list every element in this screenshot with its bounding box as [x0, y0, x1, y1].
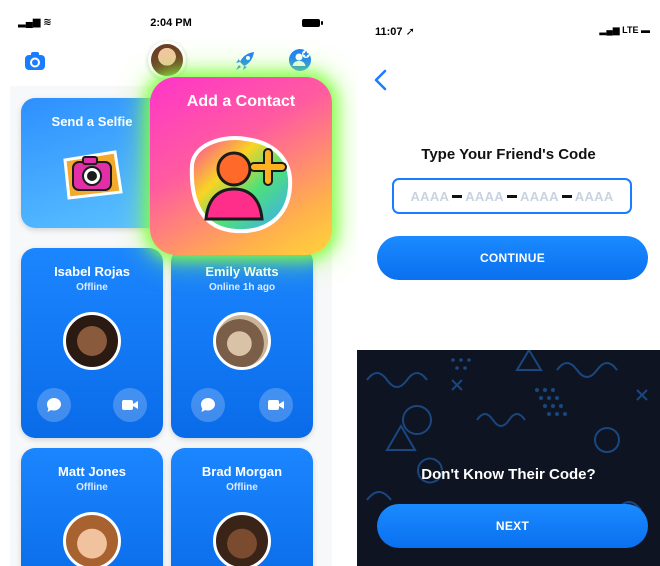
- message-button[interactable]: [37, 388, 71, 422]
- contact-photo: [63, 512, 121, 566]
- no-code-heading: Don't Know Their Code?: [421, 466, 596, 483]
- chat-bubble-icon: [201, 398, 215, 412]
- contact-status: Offline: [76, 482, 108, 493]
- code-segment-placeholder: AAAA: [520, 188, 559, 204]
- contact-card[interactable]: Matt Jones Offline: [21, 448, 163, 566]
- screenshot-stage: ▂▄▆ ≋ 2:04 PM Send a Selfie Isabel Rojas…: [0, 0, 660, 566]
- contact-name: Brad Morgan: [201, 464, 283, 479]
- contact-photo: [63, 312, 121, 370]
- contact-status: Offline: [76, 282, 108, 293]
- contact-card[interactable]: Isabel Rojas Offline: [21, 248, 163, 438]
- code-separator: [561, 194, 572, 198]
- selfie-camera-sticker-icon: [63, 150, 123, 200]
- friend-code-input[interactable]: AAAA AAAA AAAA AAAA: [392, 178, 632, 214]
- camera-button[interactable]: [22, 48, 48, 74]
- camera-icon: [25, 52, 45, 70]
- send-selfie-label: Send a Selfie: [51, 114, 133, 129]
- network-status: ▂▄▆ LTE ▬: [599, 25, 650, 35]
- status-bar: ▂▄▆ ≋ 2:04 PM: [10, 10, 332, 36]
- contact-name: Isabel Rojas: [54, 264, 130, 279]
- contact-photo: [213, 312, 271, 370]
- dark-pattern-panel: Don't Know Their Code? NEXT: [357, 350, 660, 566]
- next-button[interactable]: NEXT: [377, 504, 648, 548]
- chat-bubble-icon: [47, 398, 61, 412]
- contact-card[interactable]: Emily Watts Online 1h ago: [171, 248, 313, 438]
- status-time: 11:07 ➚: [375, 26, 415, 38]
- status-time: 2:04 PM: [150, 17, 192, 29]
- add-contact-label: Add a Contact: [186, 93, 296, 110]
- code-separator: [452, 194, 463, 198]
- add-friend-screen: 11:07 ➚ ▂▄▆ LTE ▬ Type Your Friend's Cod…: [357, 10, 660, 566]
- code-segment-placeholder: AAAA: [465, 188, 504, 204]
- send-selfie-tile[interactable]: Send a Selfie: [21, 98, 163, 228]
- code-separator: [507, 194, 517, 198]
- video-call-button[interactable]: [259, 388, 293, 422]
- profile-avatar[interactable]: [148, 41, 186, 79]
- add-contact-button[interactable]: [286, 46, 314, 74]
- contact-name: Matt Jones: [58, 464, 126, 479]
- code-segment-placeholder: AAAA: [410, 188, 450, 204]
- status-bar: 11:07 ➚ ▂▄▆ LTE ▬: [357, 10, 660, 50]
- contact-photo: [213, 512, 271, 566]
- friend-code-heading: Type Your Friend's Code: [421, 146, 596, 163]
- contact-status: Offline: [226, 482, 258, 493]
- contact-status: Online 1h ago: [208, 282, 276, 293]
- add-contact-tile[interactable]: Add a Contact: [150, 77, 332, 255]
- avatar-photo: [151, 44, 183, 76]
- add-person-sticker-icon: [189, 136, 293, 234]
- continue-button[interactable]: CONTINUE: [377, 236, 648, 280]
- back-chevron-icon[interactable]: [371, 68, 391, 92]
- message-button[interactable]: [191, 388, 225, 422]
- rocket-button[interactable]: [232, 48, 258, 74]
- battery-icon: [302, 19, 323, 27]
- rocket-icon: [236, 52, 254, 70]
- contact-card[interactable]: Brad Morgan Offline: [171, 448, 313, 566]
- video-call-button[interactable]: [113, 388, 147, 422]
- location-arrow-icon: ➚: [405, 26, 415, 38]
- video-camera-icon: [268, 400, 284, 410]
- add-person-icon: [289, 49, 311, 71]
- contact-name: Emily Watts: [205, 264, 279, 279]
- code-segment-placeholder: AAAA: [574, 188, 614, 204]
- video-camera-icon: [122, 400, 138, 410]
